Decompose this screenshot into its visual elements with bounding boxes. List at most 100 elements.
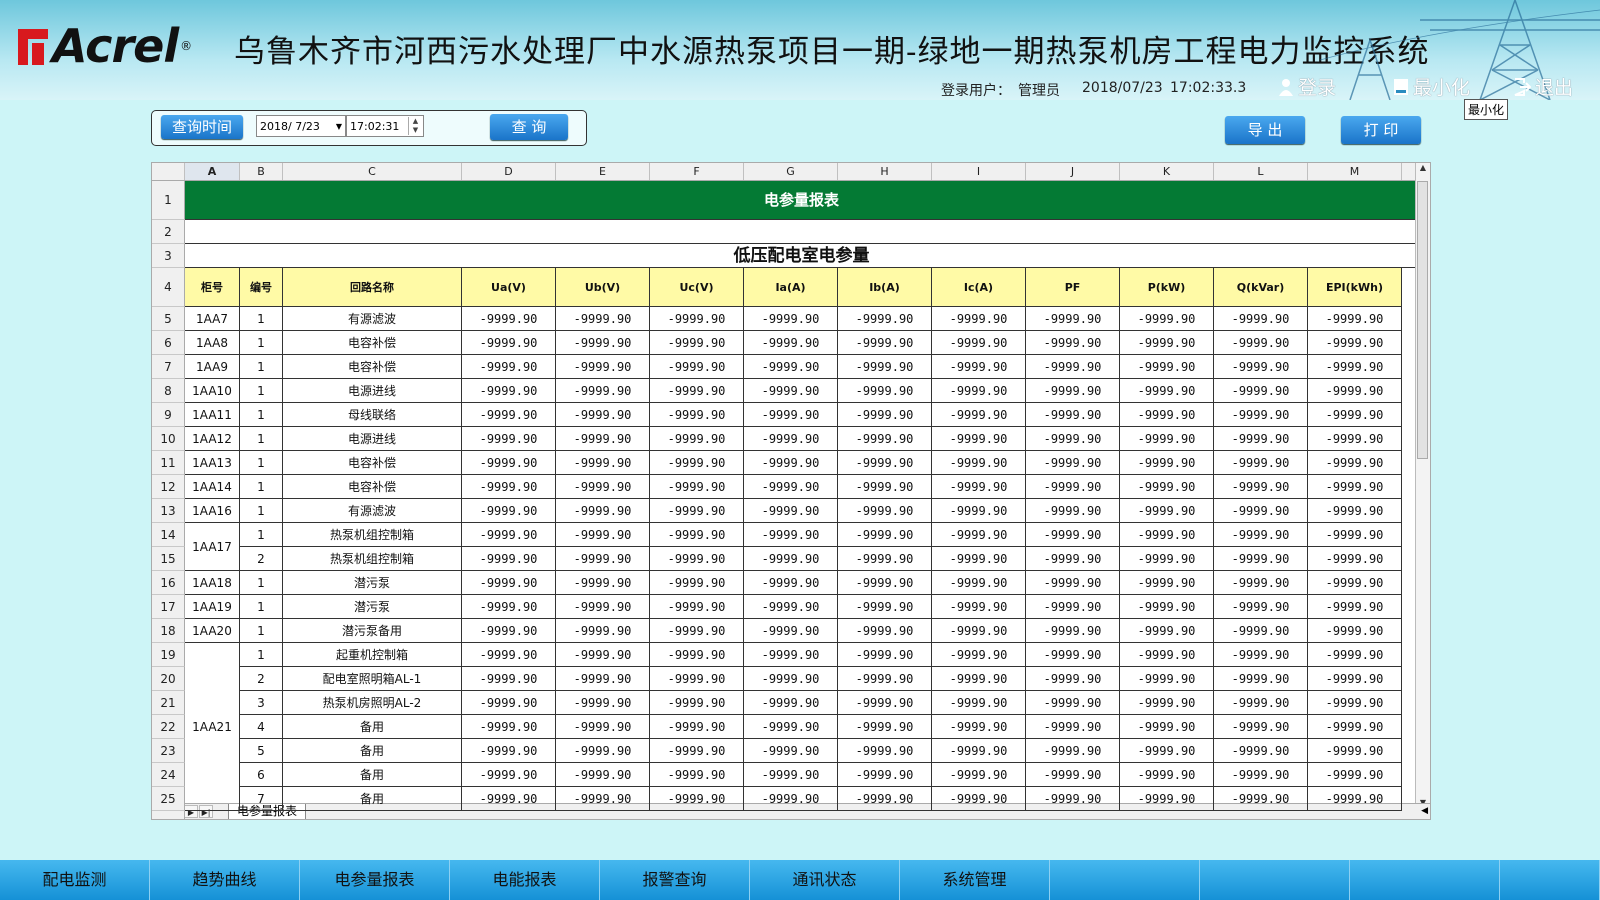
scroll-thumb[interactable] bbox=[1417, 181, 1428, 459]
row-header[interactable]: 10 bbox=[152, 427, 185, 451]
vertical-scrollbar[interactable]: ▲ ▼ bbox=[1415, 163, 1430, 807]
row-header[interactable]: 3 bbox=[152, 244, 185, 268]
value-cell: -9999.90 bbox=[462, 403, 556, 427]
scroll-right-icon[interactable]: ◀ bbox=[1421, 804, 1428, 819]
nav-item-7[interactable] bbox=[1050, 860, 1200, 900]
query-panel: 查询时间 2018/ 7/23 ▼ 17:02:31 ▲ ▼ 查 询 bbox=[151, 110, 587, 146]
value-cell: -9999.90 bbox=[1120, 451, 1214, 475]
row-header[interactable]: 8 bbox=[152, 379, 185, 403]
row-header[interactable]: 22 bbox=[152, 715, 185, 739]
row-header[interactable]: 18 bbox=[152, 619, 185, 643]
column-header-J[interactable]: J bbox=[1026, 163, 1120, 180]
login-button[interactable]: 登录 bbox=[1278, 73, 1336, 100]
query-date-picker[interactable]: 2018/ 7/23 ▼ bbox=[256, 115, 346, 137]
value-cell: -9999.90 bbox=[462, 715, 556, 739]
exit-button-label: 退出 bbox=[1535, 77, 1574, 99]
column-header-L[interactable]: L bbox=[1214, 163, 1308, 180]
value-cell: -9999.90 bbox=[462, 331, 556, 355]
row-header[interactable]: 16 bbox=[152, 571, 185, 595]
circuit-name-cell: 母线联络 bbox=[283, 403, 462, 427]
search-button[interactable]: 查 询 bbox=[490, 114, 568, 140]
column-header-H[interactable]: H bbox=[838, 163, 932, 180]
column-header-I[interactable]: I bbox=[932, 163, 1026, 180]
circuit-name-cell: 备用 bbox=[283, 715, 462, 739]
column-header-C[interactable]: C bbox=[283, 163, 462, 180]
row-header[interactable]: 14 bbox=[152, 523, 185, 547]
circuit-name-cell: 电源进线 bbox=[283, 379, 462, 403]
row-header[interactable]: 17 bbox=[152, 595, 185, 619]
dropdown-arrow-icon[interactable]: ▼ bbox=[336, 116, 342, 138]
current-time: 17:02:33.3 bbox=[1170, 80, 1247, 96]
scroll-up-icon[interactable]: ▲ bbox=[1416, 163, 1430, 172]
column-header-G[interactable]: G bbox=[744, 163, 838, 180]
print-button[interactable]: 打 印 bbox=[1341, 116, 1421, 144]
row-header[interactable]: 5 bbox=[152, 307, 185, 331]
query-time-picker[interactable]: 17:02:31 ▲ ▼ bbox=[346, 115, 424, 137]
value-cell: -9999.90 bbox=[744, 523, 838, 547]
column-header-K[interactable]: K bbox=[1120, 163, 1214, 180]
minimize-button[interactable]: 最小化 bbox=[1393, 73, 1470, 100]
select-all-corner[interactable] bbox=[152, 163, 185, 180]
number-cell: 1 bbox=[240, 643, 283, 667]
column-header-F[interactable]: F bbox=[650, 163, 744, 180]
column-header-A[interactable]: A bbox=[185, 163, 240, 180]
row-header[interactable]: 6 bbox=[152, 331, 185, 355]
exit-button[interactable]: 退出 bbox=[1513, 73, 1573, 100]
nav-item-1[interactable]: 趋势曲线 bbox=[150, 860, 300, 900]
row-header[interactable]: 24 bbox=[152, 763, 185, 787]
sub-title: 低压配电室电参量 bbox=[185, 244, 1418, 268]
nav-item-6[interactable]: 系统管理 bbox=[900, 860, 1050, 900]
row-header[interactable]: 11 bbox=[152, 451, 185, 475]
nav-item-3[interactable]: 电能报表 bbox=[450, 860, 600, 900]
value-cell: -9999.90 bbox=[650, 451, 744, 475]
value-cell: -9999.90 bbox=[932, 739, 1026, 763]
nav-item-8[interactable] bbox=[1200, 860, 1350, 900]
time-spinner-icon[interactable]: ▲ ▼ bbox=[408, 117, 422, 135]
value-cell: -9999.90 bbox=[556, 403, 650, 427]
value-cell: -9999.90 bbox=[650, 595, 744, 619]
value-cell: -9999.90 bbox=[932, 523, 1026, 547]
report-spreadsheet[interactable]: ABCDEFGHIJKLM 电参量报表 低压配电室电参量 ▲ ▼ |◀ ◀ ▶ … bbox=[151, 162, 1431, 820]
value-cell: -9999.90 bbox=[1214, 619, 1308, 643]
row-header[interactable]: 23 bbox=[152, 739, 185, 763]
row-header[interactable]: 15 bbox=[152, 547, 185, 571]
value-cell: -9999.90 bbox=[1214, 451, 1308, 475]
value-cell: -9999.90 bbox=[932, 763, 1026, 787]
row-header[interactable]: 19 bbox=[152, 643, 185, 667]
column-header-B[interactable]: B bbox=[240, 163, 283, 180]
row-header[interactable]: 4 bbox=[152, 268, 185, 307]
nav-item-9[interactable] bbox=[1350, 860, 1500, 900]
row-header[interactable]: 12 bbox=[152, 475, 185, 499]
row-header[interactable] bbox=[152, 811, 185, 819]
circuit-name-cell: 电容补偿 bbox=[283, 355, 462, 379]
nav-item-5[interactable]: 通讯状态 bbox=[750, 860, 900, 900]
table-header-cell: 编号 bbox=[240, 268, 283, 307]
row-header[interactable]: 13 bbox=[152, 499, 185, 523]
value-cell: -9999.90 bbox=[462, 571, 556, 595]
row-header[interactable]: 7 bbox=[152, 355, 185, 379]
value-cell: -9999.90 bbox=[1026, 427, 1120, 451]
column-header-M[interactable]: M bbox=[1308, 163, 1402, 180]
value-cell: -9999.90 bbox=[1308, 595, 1402, 619]
column-header-D[interactable]: D bbox=[462, 163, 556, 180]
value-cell: -9999.90 bbox=[650, 715, 744, 739]
nav-item-0[interactable]: 配电监测 bbox=[0, 860, 150, 900]
column-header-E[interactable]: E bbox=[556, 163, 650, 180]
row-header[interactable]: 20 bbox=[152, 667, 185, 691]
login-button-label: 登录 bbox=[1298, 77, 1337, 99]
value-cell: -9999.90 bbox=[744, 355, 838, 379]
export-button[interactable]: 导 出 bbox=[1225, 116, 1305, 144]
nav-item-4[interactable]: 报警查询 bbox=[600, 860, 750, 900]
number-cell: 2 bbox=[240, 547, 283, 571]
value-cell: -9999.90 bbox=[1120, 307, 1214, 331]
value-cell: -9999.90 bbox=[556, 355, 650, 379]
nav-item-10[interactable] bbox=[1500, 860, 1600, 900]
row-header[interactable]: 1 bbox=[152, 181, 185, 220]
row-header[interactable]: 21 bbox=[152, 691, 185, 715]
row-header[interactable]: 25 bbox=[152, 787, 185, 811]
row-header[interactable]: 9 bbox=[152, 403, 185, 427]
row-header[interactable]: 2 bbox=[152, 220, 185, 244]
nav-item-2[interactable]: 电参量报表 bbox=[300, 860, 450, 900]
number-cell: 5 bbox=[240, 739, 283, 763]
number-cell: 4 bbox=[240, 715, 283, 739]
